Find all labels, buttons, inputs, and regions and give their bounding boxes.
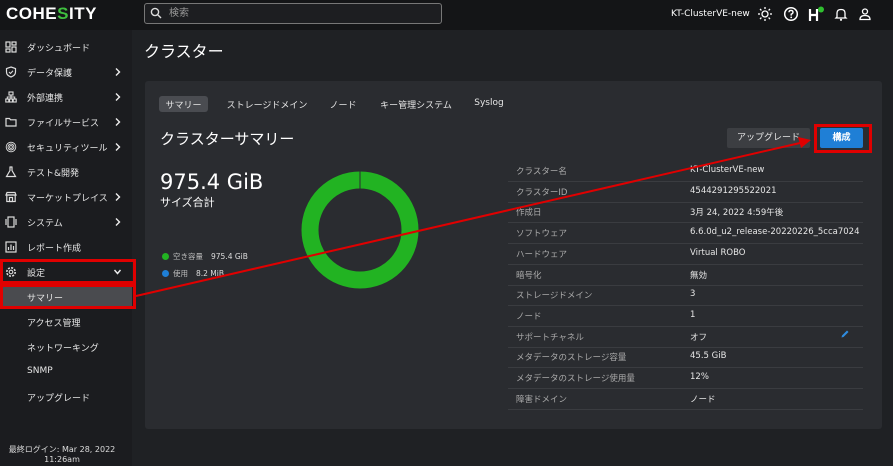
- annotation-arrow: [135, 137, 811, 297]
